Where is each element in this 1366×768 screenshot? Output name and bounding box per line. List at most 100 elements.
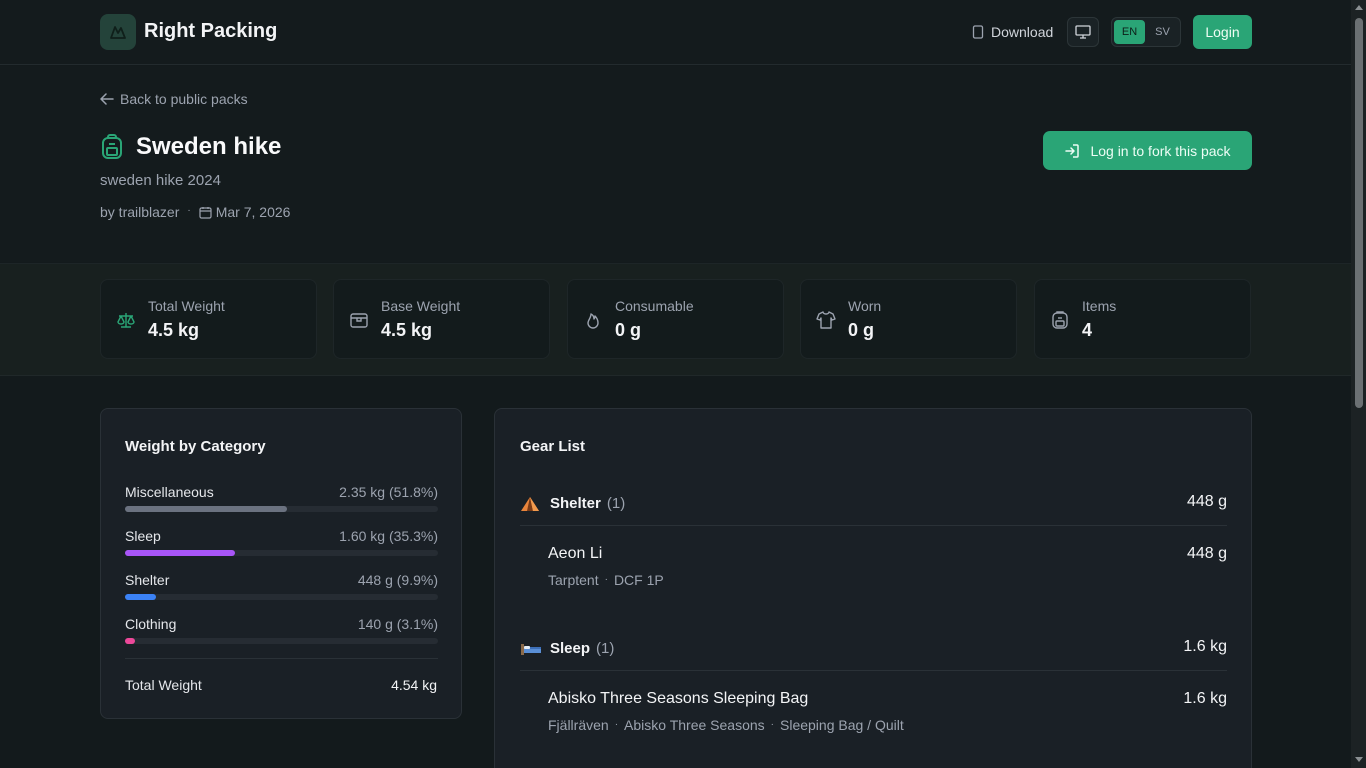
category-weight: 1.60 kg (35.3%) [339,528,438,544]
bed-icon [520,640,542,661]
category-weight: 448 g (9.9%) [357,572,438,588]
group-count: (1) [606,495,626,512]
total-weight-value: 4.54 kg [391,677,437,693]
group-name: Shelter [550,495,601,512]
category-bar-track [125,550,438,556]
item-details: Tarptent · DCF 1P [548,572,664,588]
separator-dot: · [770,719,774,730]
pack-title: Sweden hike [136,133,282,160]
category-bar-fill [125,594,156,600]
total-weight-label: Total Weight [125,677,202,693]
tent-icon [520,495,540,518]
item-model: DCF 1P [613,572,664,588]
pack-date: Mar 7, 2026 [215,204,291,220]
separator-dot: · [604,574,608,585]
scroll-down-arrow[interactable] [1355,757,1363,762]
stat-value: 4 [1082,320,1093,340]
scrollbar-thumb[interactable] [1355,18,1363,408]
stat-label: Items [1082,298,1117,314]
category-bar-track [125,594,438,600]
scale-icon [117,313,135,328]
shirt-icon [816,311,836,329]
card-title: Weight by Category [125,438,266,455]
category-bar-track [125,506,438,512]
backpack-icon [1052,311,1068,329]
category-name: Shelter [125,572,170,588]
stat-base-weight: Base Weight 4.5 kg [333,279,550,359]
group-name-wrap: Sleep (1) [550,640,614,657]
category-name: Miscellaneous [125,484,214,500]
scroll-up-arrow[interactable] [1355,5,1363,10]
page-scrollbar[interactable] [1351,0,1366,768]
gear-group-sleep[interactable]: Sleep (1) 1.6 kg [520,636,1227,666]
calendar-icon [199,206,212,219]
stat-value: 0 g [615,320,642,340]
group-weight: 448 g [1186,493,1227,510]
stat-label: Consumable [615,298,694,314]
pack-author[interactable]: by trailblazer [100,204,179,220]
gear-group-shelter[interactable]: Shelter (1) 448 g [520,491,1227,521]
group-count: (1) [596,640,615,657]
divider [520,525,1227,526]
login-button[interactable]: Login [1193,15,1252,49]
stat-consumable: Consumable 0 g [567,279,784,359]
item-details: Fjällräven · Abisko Three Seasons · Sleeping… [548,717,904,733]
arrow-left-icon [100,93,114,105]
back-link[interactable]: Back to public packs [100,91,248,107]
download-label: Download [991,24,1054,40]
item-weight: 448 g [1186,545,1227,562]
gear-item[interactable]: Aeon Li 448 g Tarptent · DCF 1P [548,545,1227,595]
stat-items: Items 4 [1034,279,1251,359]
weight-by-category-card: Weight by Category Miscellaneous 2.35 kg… [100,408,462,719]
item-brand: Tarptent [548,572,599,588]
item-weight: 1.6 kg [1183,690,1227,707]
stat-value: 4.5 kg [148,320,200,340]
stat-label: Base Weight [381,298,461,314]
category-weight: 140 g (3.1%) [357,616,438,632]
gear-list-card: Gear List Shelter (1) 448 g Aeon Li 448 g… [494,408,1252,768]
item-name: Aeon Li [548,545,603,562]
stat-worn: Worn 0 g [800,279,1017,359]
stat-value: 0 g [848,320,875,340]
group-name: Sleep [550,640,591,657]
category-weight: 2.35 kg (51.8%) [339,484,438,500]
mountain-icon [110,26,126,39]
item-category: Sleeping Bag / Quilt [780,717,904,733]
meta-separator: · [187,204,191,216]
category-bar-fill [125,550,236,556]
category-name: Sleep [125,528,161,544]
divider [125,658,438,659]
backpack-icon [100,134,124,165]
lang-en-button[interactable]: EN [1114,20,1145,44]
back-label: Back to public packs [120,91,248,107]
stat-label: Worn [848,298,882,314]
language-switcher: EN SV [1111,17,1181,47]
card-title: Gear List [520,438,586,455]
stat-value: 4.5 kg [381,320,433,340]
fork-label: Log in to fork this pack [1090,142,1231,159]
separator-dot: · [614,719,619,730]
stat-label: Total Weight [148,298,225,314]
item-brand: Fjällräven [548,717,609,733]
display-mode-button[interactable] [1067,17,1099,47]
gear-item[interactable]: Abisko Three Seasons Sleeping Bag 1.6 kg… [548,690,1227,740]
monitor-icon [1075,25,1091,39]
category-bar-fill [125,506,288,512]
group-name-wrap: Shelter (1) [550,495,625,512]
pack-meta: by trailblazer · Mar 7, 2026 [100,204,290,220]
phone-icon [972,25,984,39]
category-name: Clothing [125,616,177,632]
download-link[interactable]: Download [972,24,1053,40]
brand-name[interactable]: Right Packing [144,20,277,43]
divider [520,670,1227,671]
category-bar-fill [125,638,135,644]
item-name: Abisko Three Seasons Sleeping Bag [548,690,809,707]
fork-pack-button[interactable]: Log in to fork this pack [1043,131,1252,170]
group-weight: 1.6 kg [1183,638,1227,655]
pack-description: sweden hike 2024 [100,172,221,189]
stat-total-weight: Total Weight 4.5 kg [100,279,317,359]
login-icon [1065,143,1080,158]
app-logo[interactable] [100,14,136,50]
lang-sv-button[interactable]: SV [1147,20,1178,44]
box-icon [350,313,368,328]
